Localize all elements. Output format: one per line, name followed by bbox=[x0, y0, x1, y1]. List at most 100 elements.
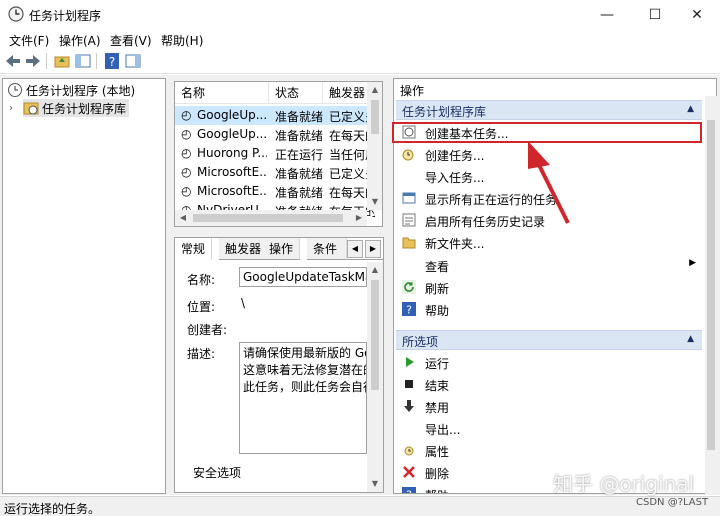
folder-clock-icon bbox=[23, 102, 39, 115]
table-row[interactable]: ◴ GoogleUp... 准备就绪 已定义多 bbox=[175, 106, 375, 125]
table-row[interactable]: ◴ MicrosoftE... 准备就绪 在每天的 bbox=[175, 182, 375, 201]
scroll-thumb[interactable] bbox=[193, 214, 343, 222]
actions-vertical-scrollbar[interactable] bbox=[705, 96, 717, 494]
clock-icon bbox=[8, 83, 22, 97]
scroll-right-icon[interactable]: ▶ bbox=[351, 210, 367, 226]
task-name: GoogleUp... bbox=[197, 127, 267, 141]
action-label: 查看 bbox=[425, 260, 450, 274]
action-pane-icon[interactable] bbox=[124, 52, 142, 70]
task-name: MicrosoftE... bbox=[197, 184, 267, 198]
close-button[interactable]: ✕ bbox=[674, 0, 720, 29]
action-view[interactable]: 查看 ▶ bbox=[396, 255, 702, 277]
security-options-heading: 安全选项 bbox=[193, 466, 242, 480]
tree-expand-icon[interactable]: › bbox=[9, 99, 13, 117]
clock-icon: ◴ bbox=[181, 127, 192, 141]
scroll-thumb[interactable] bbox=[371, 280, 379, 390]
action-properties[interactable]: 属性 bbox=[396, 440, 702, 462]
tab-general[interactable]: 常规 bbox=[175, 238, 213, 260]
task-name: Huorong P... bbox=[197, 146, 267, 160]
watermark: 知乎 @original bbox=[553, 472, 695, 496]
description-line: 此任务，则此任务会自行卸 bbox=[243, 380, 366, 394]
task-list: 名称 状态 触发器 ◴ GoogleUp... 准备就绪 已定义多 ◴ Goog… bbox=[174, 81, 383, 227]
maximize-button[interactable]: ☐ bbox=[632, 0, 678, 29]
column-header-name[interactable]: 名称 bbox=[175, 82, 269, 104]
action-refresh[interactable]: 刷新 bbox=[396, 277, 702, 299]
create-task-icon bbox=[402, 149, 414, 161]
description-field[interactable]: 请确保使用最新版的 Goog 这意味着无法修复潜在的安 此任务，则此任务会自行卸 bbox=[239, 342, 367, 454]
description-line: 这意味着无法修复潜在的安 bbox=[243, 363, 366, 377]
toolbar-separator bbox=[46, 53, 47, 69]
action-end[interactable]: 结束 bbox=[396, 374, 702, 396]
task-status: 准备就绪 bbox=[275, 167, 324, 181]
tab-scroll-right-icon[interactable]: ▶ bbox=[365, 240, 381, 258]
description-line: 请确保使用最新版的 Goog bbox=[243, 346, 366, 360]
menu-file[interactable]: 文件(F) bbox=[9, 32, 49, 49]
task-list-horizontal-scrollbar[interactable]: ◀ ▶ bbox=[175, 210, 367, 226]
action-new-folder[interactable]: 新文件夹... bbox=[396, 232, 702, 254]
forward-arrow-icon[interactable] bbox=[24, 52, 42, 70]
section-header-selected-label: 所选项 bbox=[402, 335, 439, 349]
tree-item-root[interactable]: 任务计划程序 (本地) bbox=[7, 81, 135, 99]
menu-action[interactable]: 操作(A) bbox=[59, 32, 101, 49]
collapse-icon[interactable]: ▲ bbox=[687, 334, 694, 344]
action-label: 刷新 bbox=[425, 282, 450, 296]
scroll-up-icon[interactable]: ▲ bbox=[367, 82, 382, 98]
scroll-thumb[interactable] bbox=[707, 120, 715, 450]
location-value: \ bbox=[241, 296, 246, 310]
folder-icon bbox=[402, 237, 416, 249]
task-status: 准备就绪 bbox=[275, 186, 324, 200]
minimize-button[interactable]: — bbox=[584, 0, 630, 29]
tree-library-label: 任务计划程序库 bbox=[42, 101, 127, 116]
scroll-thumb[interactable] bbox=[371, 100, 379, 134]
scroll-down-icon[interactable]: ▼ bbox=[367, 476, 383, 492]
task-scheduler-icon bbox=[8, 6, 24, 22]
show-hide-tree-icon[interactable] bbox=[74, 52, 92, 70]
task-name: GoogleUp... bbox=[197, 108, 267, 122]
tab-scroll-left-icon[interactable]: ◀ bbox=[347, 240, 363, 258]
folder-up-icon[interactable] bbox=[53, 52, 71, 70]
column-header-status[interactable]: 状态 bbox=[269, 82, 323, 104]
tree-root-label: 任务计划程序 (本地) bbox=[26, 83, 136, 98]
details-vertical-scrollbar[interactable]: ▲ ▼ bbox=[367, 262, 383, 492]
author-label: 创建者: bbox=[187, 323, 228, 337]
collapse-icon[interactable]: ▲ bbox=[687, 104, 694, 114]
section-header-library[interactable]: 任务计划程序库 ▲ bbox=[396, 100, 702, 120]
action-label: 删除 bbox=[425, 467, 450, 481]
properties-icon bbox=[404, 446, 414, 456]
tab-triggers[interactable]: 触发器 bbox=[219, 238, 269, 260]
svg-text:?: ? bbox=[109, 55, 115, 69]
action-run[interactable]: 运行 bbox=[396, 352, 702, 374]
actions-pane-title: 操作 bbox=[400, 84, 425, 98]
delete-icon bbox=[403, 466, 415, 478]
stop-icon bbox=[405, 380, 413, 388]
task-list-vertical-scrollbar[interactable]: ▲ ▼ bbox=[367, 82, 382, 210]
back-arrow-icon[interactable] bbox=[4, 52, 22, 70]
tree-item-library[interactable]: 任务计划程序库 bbox=[23, 99, 130, 117]
scroll-left-icon[interactable]: ◀ bbox=[175, 210, 191, 226]
run-icon bbox=[406, 357, 414, 367]
task-details-pane: 常规 触发器 操作 条件 ◀ ▶ 名称: GoogleUpdateTaskMac… bbox=[174, 237, 384, 493]
clock-icon: ◴ bbox=[181, 146, 192, 160]
tab-conditions[interactable]: 条件 bbox=[307, 238, 347, 260]
section-header-selected[interactable]: 所选项 ▲ bbox=[396, 330, 702, 350]
task-name: MicrosoftE... bbox=[197, 165, 267, 179]
action-disable[interactable]: 禁用 bbox=[396, 396, 702, 418]
scroll-down-icon[interactable]: ▼ bbox=[367, 194, 382, 210]
menu-view[interactable]: 查看(V) bbox=[110, 32, 152, 49]
menu-bar: 文件(F) 操作(A) 查看(V) 帮助(H) bbox=[0, 29, 720, 49]
help-icon[interactable]: ? bbox=[103, 52, 121, 70]
action-label: 创建任务... bbox=[425, 149, 485, 163]
action-label: 结束 bbox=[425, 379, 450, 393]
location-label: 位置: bbox=[187, 300, 216, 314]
clock-icon: ◴ bbox=[181, 184, 192, 198]
table-row[interactable]: ◴ GoogleUp... 准备就绪 在每天的 bbox=[175, 125, 375, 144]
table-row[interactable]: ◴ MicrosoftE... 准备就绪 已定义多 bbox=[175, 163, 375, 182]
action-help[interactable]: ? 帮助 bbox=[396, 299, 702, 321]
table-row[interactable]: ◴ Huorong P... 正在运行 当任何用 bbox=[175, 144, 375, 163]
scroll-up-icon[interactable]: ▲ bbox=[367, 262, 383, 278]
menu-help[interactable]: 帮助(H) bbox=[161, 32, 203, 49]
action-export[interactable]: 导出... bbox=[396, 418, 702, 440]
navigation-tree: 任务计划程序 (本地) › 任务计划程序库 bbox=[2, 78, 166, 494]
name-field[interactable]: GoogleUpdateTaskMac bbox=[239, 267, 367, 287]
tab-actions[interactable]: 操作 bbox=[263, 238, 301, 260]
